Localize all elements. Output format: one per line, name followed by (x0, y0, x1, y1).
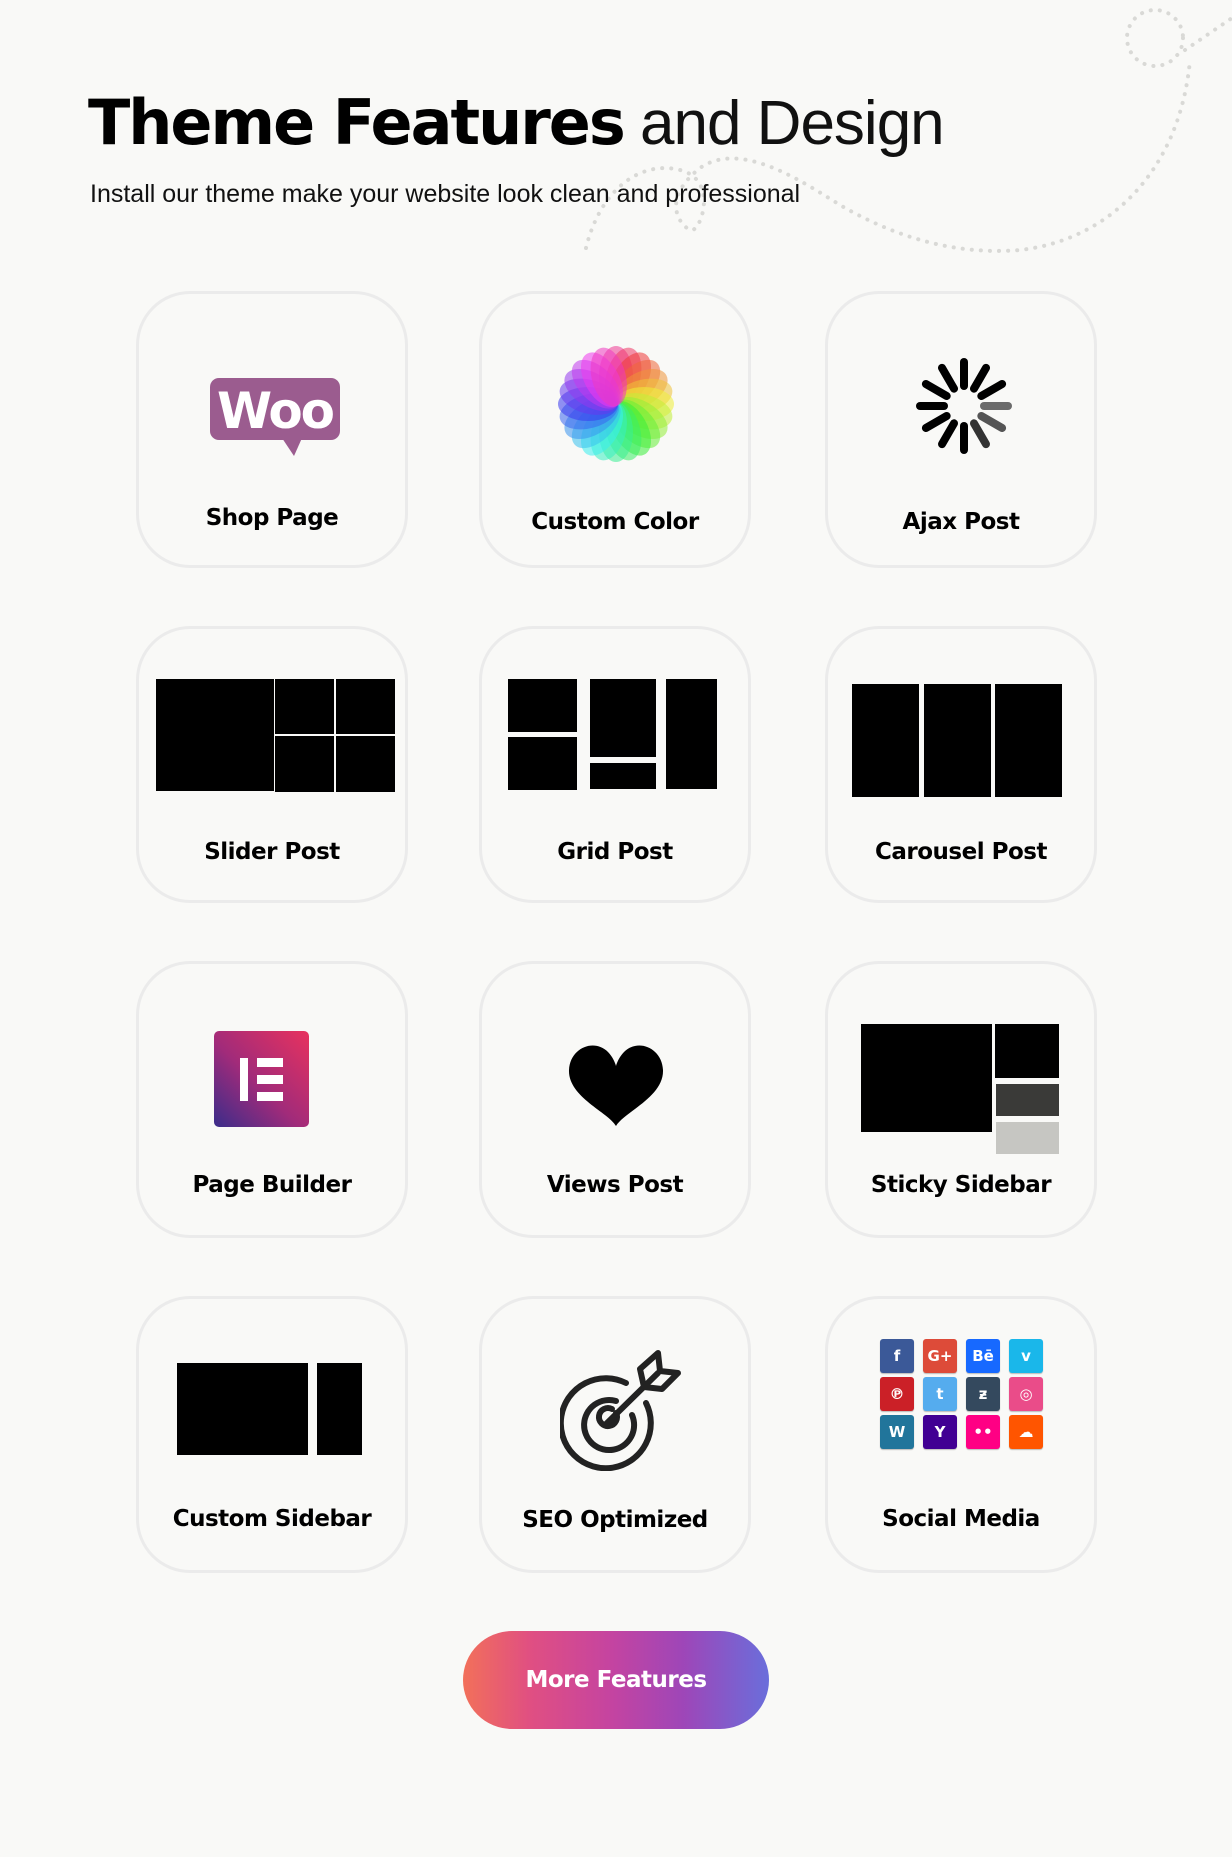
feature-card-grid-post[interactable]: Grid Post (479, 626, 751, 903)
feature-label: Grid Post (557, 839, 673, 865)
woo-text: Woo (217, 382, 334, 440)
more-features-button[interactable]: More Features (463, 1631, 769, 1729)
feature-label: SEO Optimized (522, 1507, 708, 1533)
feature-card-custom-sidebar[interactable]: Custom Sidebar (136, 1296, 408, 1573)
color-wheel-icon (558, 346, 674, 462)
feature-label: Page Builder (192, 1172, 352, 1198)
feature-label: Sticky Sidebar (870, 1172, 1052, 1198)
feature-card-custom-color[interactable]: Custom Color (479, 291, 751, 568)
spinner-bar (977, 380, 1007, 400)
feature-label: Carousel Post (875, 839, 1047, 865)
flickr-icon: •• (966, 1415, 1000, 1449)
sidebar-layout-icon (177, 1363, 363, 1455)
feature-card-slider-post[interactable]: Slider Post (136, 626, 408, 903)
spinner-bar (977, 412, 1007, 432)
elementor-logo-icon (214, 1031, 309, 1127)
pinterest-icon: ℗ (880, 1377, 914, 1411)
spinner-bar (938, 419, 958, 449)
deviantart-icon: ƶ (966, 1377, 1000, 1411)
feature-card-carousel-post[interactable]: Carousel Post (825, 626, 1097, 903)
feature-label: Custom Color (531, 509, 699, 535)
loading-spinner-icon (916, 358, 1012, 454)
wordpress-icon: W (880, 1415, 914, 1449)
feature-label: Views Post (546, 1172, 684, 1198)
dribbble-icon: ◎ (1009, 1377, 1043, 1411)
carousel-layout-icon (852, 684, 1062, 798)
page-subtitle: Install our theme make your website look… (90, 180, 801, 208)
feature-card-sticky-sidebar[interactable]: Sticky Sidebar (825, 961, 1097, 1238)
spinner-bar (970, 363, 990, 393)
feature-card-ajax-post[interactable]: Ajax Post (825, 291, 1097, 568)
facebook-icon: f (880, 1339, 914, 1373)
vimeo-icon: v (1009, 1339, 1043, 1373)
feature-card-page-builder[interactable]: Page Builder (136, 961, 408, 1238)
spinner-bar (921, 412, 951, 432)
feature-card-shop-page[interactable]: Woo Shop Page (136, 291, 408, 568)
soundcloud-icon: ☁ (1009, 1415, 1043, 1449)
google-plus-icon: G+ (923, 1339, 957, 1373)
page-title: Theme Features and Design (88, 89, 945, 158)
heart-icon (568, 1045, 664, 1126)
spinner-bar (938, 363, 958, 393)
grid-layout-icon (508, 679, 718, 791)
feature-label: Custom Sidebar (172, 1506, 372, 1532)
spinner-bar (970, 419, 990, 449)
target-arrow-icon (560, 1350, 681, 1471)
sticky-sidebar-layout-icon (861, 1024, 1061, 1154)
feature-label: Shop Page (205, 505, 339, 531)
feature-card-seo-optimized[interactable]: SEO Optimized (479, 1296, 751, 1573)
feature-label: Slider Post (204, 839, 340, 865)
spinner-bar (921, 380, 951, 400)
twitter-icon: t (923, 1377, 957, 1411)
feature-label: Ajax Post (902, 509, 1020, 535)
feature-card-views-post[interactable]: Views Post (479, 961, 751, 1238)
yahoo-icon: Y (923, 1415, 957, 1449)
social-icons-grid-icon: f G+ Bē v ℗ t ƶ ◎ W Y •• ☁ (880, 1339, 1046, 1453)
title-bold: Theme Features (88, 86, 626, 159)
slider-layout-icon (156, 679, 395, 793)
behance-icon: Bē (966, 1339, 1000, 1373)
title-light: and Design (640, 89, 945, 158)
feature-label: Social Media (882, 1506, 1040, 1532)
feature-card-social-media[interactable]: f G+ Bē v ℗ t ƶ ◎ W Y •• ☁ Social Media (825, 1296, 1097, 1573)
woocommerce-logo-icon: Woo (210, 378, 340, 456)
